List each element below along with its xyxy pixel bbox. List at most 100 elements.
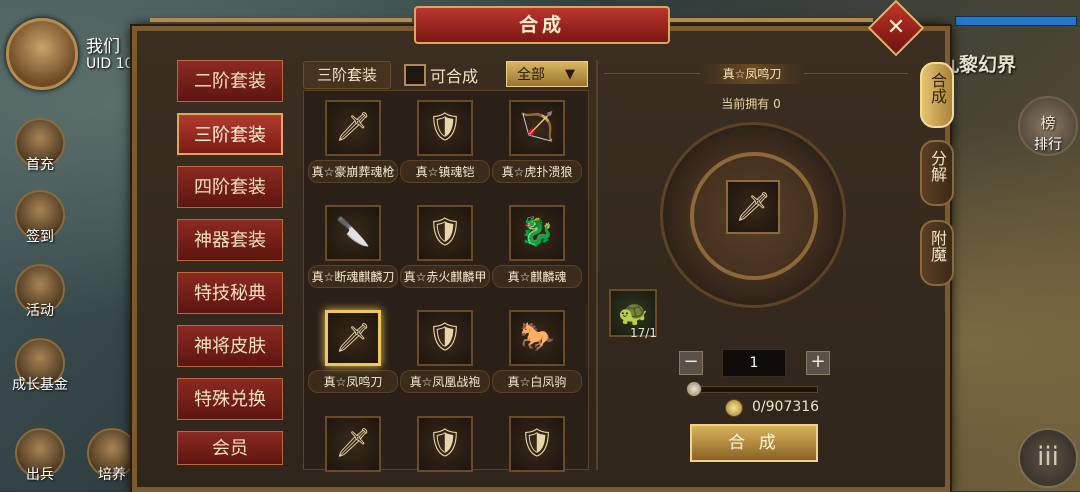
category-tier3-set[interactable]: 三阶套装 [177, 113, 283, 155]
category-tier2-set[interactable]: 二阶套装 [177, 60, 283, 102]
item-cell-selected[interactable]: 🗡 真☆凤鸣刀 [308, 310, 398, 393]
item-cell[interactable]: 🐉 真☆麒麟魂 [492, 205, 582, 288]
decrease-button[interactable]: − [679, 351, 703, 375]
craft-cost: 0/907316 [752, 399, 820, 415]
detail-title-rule-right [804, 73, 908, 74]
train-label: 培养 [98, 467, 126, 483]
item-name: 真☆虎扑溃狼 [492, 160, 582, 183]
mana-bar [955, 16, 1077, 26]
item-cell[interactable]: 🛡 真☆镇魂铠 [400, 100, 490, 183]
first-recharge-button[interactable]: 首充 [14, 118, 66, 174]
armor-icon: 🛡 [427, 110, 463, 143]
main-menu-button[interactable]: iii [1018, 428, 1078, 488]
player-uid: UID 10 [86, 56, 134, 72]
result-item-slot[interactable]: 🗡 [726, 180, 780, 234]
item-name: 真☆断魂麒麟刀 [308, 265, 398, 288]
armor-icon: 🛡 [427, 426, 463, 459]
spear-icon: 🗡 [335, 426, 371, 459]
category-skill-book[interactable]: 特技秘典 [177, 272, 283, 314]
item-frame: 🛡 [417, 205, 473, 261]
growth-fund-button[interactable]: 成长基金 [8, 338, 72, 394]
sign-in-button[interactable]: 签到 [14, 190, 66, 246]
quantity-field[interactable]: 1 [722, 349, 786, 377]
item-cell[interactable]: 🗡 [308, 416, 398, 472]
panel-title: 合成 [414, 6, 670, 44]
train-button[interactable]: 培养 [86, 428, 138, 484]
rank-button[interactable]: 榜 排行 [1018, 96, 1078, 156]
dispatch-button[interactable]: 出兵 [14, 428, 66, 484]
item-frame: 🛡 [417, 416, 473, 472]
close-icon: ✕ [886, 15, 906, 40]
spear-icon: 🗡 [335, 110, 371, 143]
item-cell[interactable]: 🛡 真☆凤凰战袍 [400, 310, 490, 393]
tab-decompose-label: 分解 [928, 150, 947, 182]
craftable-checkbox[interactable] [404, 64, 426, 86]
tab-craft-label: 合成 [928, 72, 947, 104]
sign-in-label: 签到 [26, 229, 54, 245]
tab-decompose[interactable]: 分解 [920, 140, 954, 206]
item-frame: 🗡 [325, 100, 381, 156]
item-name: 真☆豪崩葬魂枪 [308, 160, 398, 183]
item-cell[interactable]: 🏹 真☆虎扑溃狼 [492, 100, 582, 183]
craft-button[interactable]: 合 成 [690, 424, 818, 462]
item-name: 真☆麒麟魂 [492, 265, 582, 288]
item-frame: 🔪 [325, 205, 381, 261]
item-name: 真☆凤鸣刀 [308, 370, 398, 393]
category-general-skin[interactable]: 神将皮肤 [177, 325, 283, 367]
player-avatar[interactable] [6, 18, 78, 90]
item-cell[interactable]: 🗡 真☆豪崩葬魂枪 [308, 100, 398, 183]
list-header: 三阶套装 [303, 61, 391, 89]
title-ornament-left [150, 18, 412, 22]
owned-count: 当前拥有 0 [721, 97, 781, 111]
item-name: 真☆镇魂铠 [400, 160, 490, 183]
rank-icon: 榜 [1040, 114, 1056, 132]
material-count: 17/1 [630, 326, 657, 340]
category-artifact-set[interactable]: 神器套装 [177, 219, 283, 261]
item-cell[interactable]: 🛡 真☆赤火麒麟甲 [400, 205, 490, 288]
first-recharge-label: 首充 [26, 157, 54, 173]
item-frame: 🛡 [417, 310, 473, 366]
growth-fund-label: 成长基金 [12, 377, 68, 393]
category-vip[interactable]: 会员 [177, 431, 283, 465]
item-name: 真☆白凤驹 [492, 370, 582, 393]
item-frame: 🐎 [509, 310, 565, 366]
title-ornament-right [668, 18, 873, 22]
increase-button[interactable]: + [806, 351, 830, 375]
item-cell[interactable]: 🐎 真☆白凤驹 [492, 310, 582, 393]
item-cell[interactable]: 🔪 真☆断魂麒麟刀 [308, 205, 398, 288]
chevron-down-icon: ▼ [565, 67, 575, 82]
item-frame: 🛡 [509, 416, 565, 472]
item-name: 真☆凤凰战袍 [400, 370, 490, 393]
activity-label: 活动 [26, 303, 54, 319]
item-frame: 🗡 [325, 416, 381, 472]
category-tier4-set[interactable]: 四阶套装 [177, 166, 283, 208]
activity-button[interactable]: 活动 [14, 264, 66, 320]
item-frame: 🗡 [325, 310, 381, 366]
coin-icon [725, 399, 743, 417]
item-cell[interactable]: 🛡 [400, 416, 490, 472]
quantity-slider-handle[interactable] [686, 381, 702, 397]
detail-item-title: 真☆凤鸣刀 [700, 64, 804, 84]
dispatch-label: 出兵 [26, 467, 54, 483]
shield-icon: 🛡 [519, 426, 555, 459]
category-special-exchange[interactable]: 特殊兑换 [177, 378, 283, 420]
filter-value: 全部 [517, 67, 545, 83]
item-cell[interactable]: 🛡 [492, 416, 582, 472]
blade-icon: 🔪 [335, 215, 371, 248]
craftable-label: 可合成 [430, 67, 479, 86]
rank-label: 排行 [1034, 137, 1062, 153]
detail-title-rule-left [604, 73, 700, 74]
weapon-icon: 🏹 [519, 110, 555, 143]
filter-dropdown[interactable]: 全部 ▼ [506, 61, 588, 87]
panel-divider [596, 60, 598, 470]
tab-enchant[interactable]: 附魔 [920, 220, 954, 286]
item-name: 真☆赤火麒麟甲 [400, 265, 490, 288]
player-name: 我们 [86, 37, 120, 57]
tab-craft[interactable]: 合成 [920, 62, 954, 128]
horse-icon: 🐎 [519, 320, 555, 353]
item-frame: 🏹 [509, 100, 565, 156]
quantity-slider-track[interactable] [688, 386, 818, 393]
glaive-icon: 🗡 [735, 190, 771, 223]
qilin-soul-icon: 🐉 [519, 215, 555, 248]
item-frame: 🐉 [509, 205, 565, 261]
